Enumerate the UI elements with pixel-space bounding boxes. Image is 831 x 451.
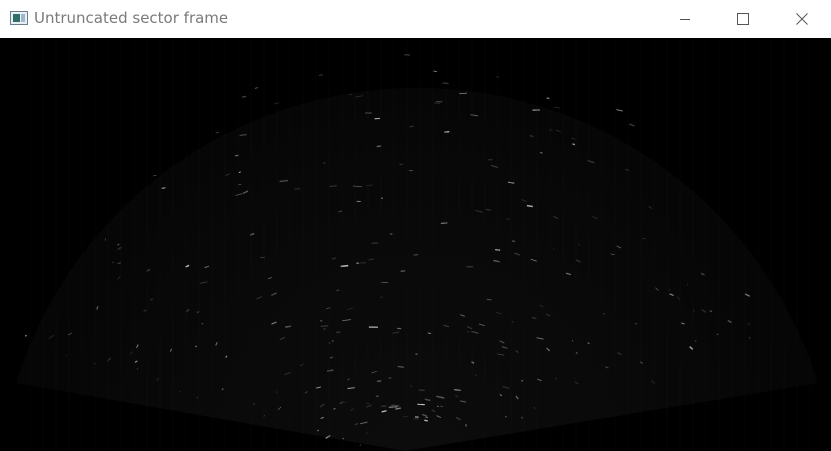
speckle-mark (485, 209, 491, 211)
speckle-mark (329, 356, 333, 359)
window-title: Untruncated sector frame (34, 9, 229, 27)
maximize-icon (737, 13, 749, 25)
app-icon-left-pane (13, 14, 20, 22)
speckle-mark (424, 419, 428, 422)
ultrasound-sector-image (0, 38, 831, 451)
app-window-icon[interactable] (10, 11, 28, 25)
speckle-mark (320, 325, 329, 327)
speckle-mark (433, 102, 441, 104)
speckle-mark (572, 143, 575, 146)
speckle-mark (454, 388, 461, 392)
speckle-mark (342, 437, 345, 440)
speckle-mark (521, 379, 524, 382)
speckle-mark (603, 312, 606, 315)
image-viewport[interactable] (0, 38, 831, 451)
speckle-mark (326, 369, 334, 372)
speckle-mark (716, 333, 719, 336)
speckle-mark (117, 243, 120, 246)
speckle-mark (486, 298, 492, 301)
speckle-mark (436, 405, 439, 408)
scanline-layer (29, 38, 811, 451)
speckle-mark (195, 345, 198, 348)
app-icon-right-pane (21, 14, 25, 22)
speckle-mark (539, 152, 543, 154)
speckle-mark (635, 322, 637, 325)
speckle-mark (65, 354, 68, 356)
speckle-mark (400, 270, 406, 272)
speckle-mark (531, 316, 537, 320)
speckle-mark (196, 396, 198, 399)
speckle-mark (323, 327, 326, 331)
speckle-mark (546, 97, 550, 100)
speckle-mark (239, 133, 247, 137)
speckle-mark (511, 320, 514, 323)
speckle-mark (161, 187, 166, 190)
speckle-mark (279, 179, 289, 183)
speckle-mark (425, 416, 428, 419)
speckle-mark (336, 331, 341, 334)
speckle-mark (112, 261, 114, 264)
speckle-mark (336, 289, 340, 292)
speckle-mark (399, 163, 404, 166)
speckle-mark (668, 289, 671, 291)
speckle-mark (363, 262, 366, 264)
speckle-mark (24, 334, 27, 337)
speckle-mark (221, 388, 224, 391)
minimize-button[interactable] (662, 0, 708, 38)
speckle-mark (391, 404, 400, 407)
speckle-mark (686, 283, 689, 286)
speckle-mark (709, 310, 713, 313)
title-bar[interactable]: Untruncated sector frame (0, 0, 831, 38)
speckle-mark (375, 395, 379, 398)
application-window: Untruncated sector frame (0, 0, 831, 451)
speckle-mark (397, 365, 404, 368)
speckle-mark (571, 339, 574, 342)
speckle-mark (520, 416, 523, 419)
speckle-mark (320, 319, 323, 322)
maximize-button[interactable] (720, 0, 766, 38)
close-button[interactable] (779, 0, 825, 38)
speckle-mark (464, 423, 468, 427)
close-icon (796, 13, 808, 25)
speckle-mark (505, 415, 507, 418)
speckle-mark (555, 377, 557, 380)
speckle-mark (526, 204, 533, 208)
minimize-icon (680, 19, 690, 20)
speckle-mark (694, 339, 697, 343)
speckle-mark (242, 95, 247, 98)
